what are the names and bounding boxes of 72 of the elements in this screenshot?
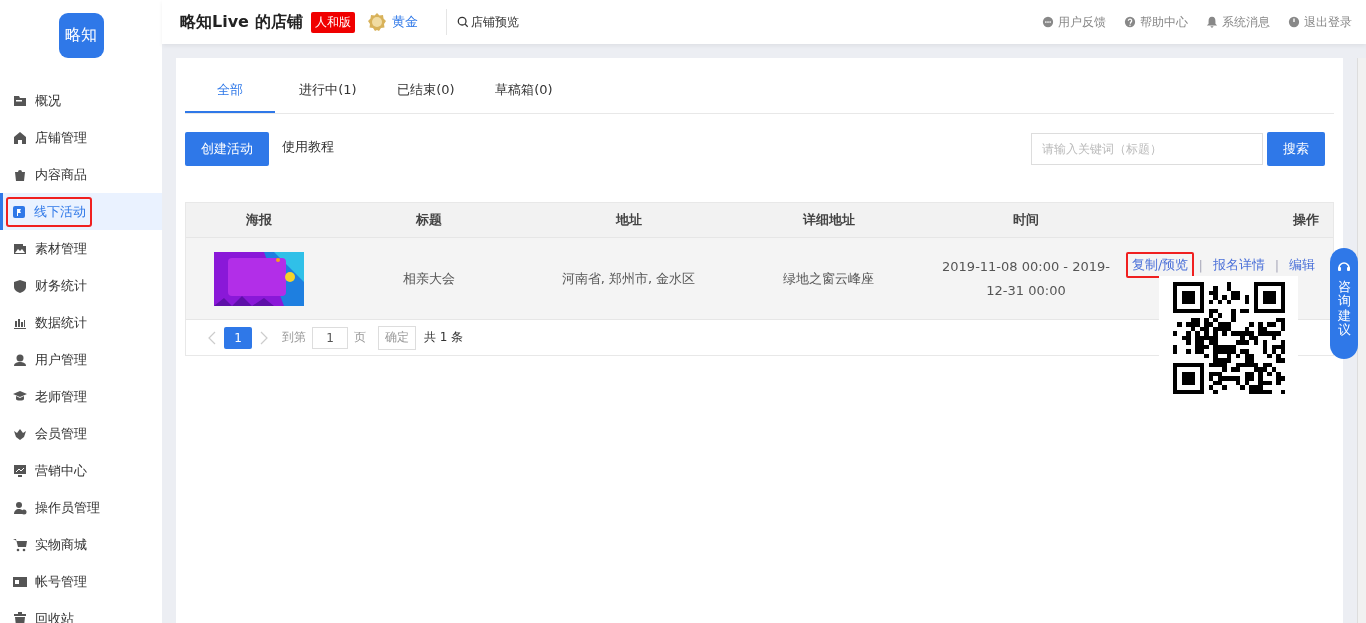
header-link[interactable]: 用户反馈: [1042, 13, 1106, 31]
header-link[interactable]: 帮助中心: [1124, 13, 1188, 31]
total-count: 共 1 条: [424, 329, 464, 346]
bell-icon: [1206, 16, 1218, 28]
next-page-icon[interactable]: [260, 330, 268, 345]
usergear-icon: [13, 500, 27, 515]
nav-item[interactable]: 实物商城: [0, 526, 162, 563]
goto-label: 到第: [282, 329, 306, 346]
nav-item[interactable]: 线下活动: [0, 193, 162, 230]
nav-item[interactable]: 帐号管理: [0, 563, 162, 600]
separator: |: [1198, 257, 1203, 273]
search-icon: [456, 16, 469, 28]
page-number[interactable]: 1: [224, 326, 252, 349]
action-link[interactable]: 报名详情: [1206, 252, 1271, 278]
nav-item[interactable]: 操作员管理: [0, 489, 162, 526]
user-icon: [13, 352, 27, 367]
nav-item[interactable]: 用户管理: [0, 341, 162, 378]
logo: 略知: [58, 13, 104, 58]
column-header: 操作: [1292, 211, 1321, 229]
column-header: 地址: [614, 211, 643, 229]
column-header: 详细地址: [801, 211, 856, 229]
cart-icon: [13, 537, 27, 552]
nav-item[interactable]: 会员管理: [0, 415, 162, 452]
nav-item[interactable]: 营销中心: [0, 452, 162, 489]
tab[interactable]: 进行中(1): [283, 72, 373, 113]
table-cell-text: 2019-11-08 00:00 - 2019-12-31 00:00: [941, 257, 1111, 300]
column-header: 标题: [414, 211, 443, 229]
trash-icon: [13, 611, 27, 623]
folder-icon: [13, 93, 27, 108]
nav-item[interactable]: 数据统计: [0, 304, 162, 341]
nav-item[interactable]: 素材管理: [0, 230, 162, 267]
tab[interactable]: 已结束(0): [381, 72, 471, 113]
page-unit: 页: [354, 329, 366, 346]
help-icon: [1124, 16, 1136, 28]
table-cell-text: 河南省, 郑州市, 金水区: [560, 269, 697, 288]
consult-button[interactable]: 咨询建议: [1330, 248, 1359, 359]
flag-icon: [12, 204, 26, 219]
nav-item[interactable]: 店铺管理: [0, 119, 162, 156]
medal-icon: [366, 12, 387, 32]
tab[interactable]: 草稿箱(0): [479, 72, 569, 113]
column-header: 海报: [244, 211, 273, 229]
action-link[interactable]: 编辑: [1283, 252, 1322, 278]
card-icon: [13, 574, 27, 589]
nav-item[interactable]: 内容商品: [0, 156, 162, 193]
shop-preview-link[interactable]: 店铺预览: [456, 13, 519, 31]
search-button[interactable]: 搜索: [1267, 132, 1326, 166]
create-activity-button[interactable]: 创建活动: [185, 132, 269, 166]
table-cell-text: 相亲大会: [401, 269, 456, 288]
edition-badge: 人和版: [310, 11, 355, 33]
header-link[interactable]: 退出登录: [1288, 13, 1352, 31]
headset-icon: [1337, 260, 1352, 274]
header-link[interactable]: 系统消息: [1206, 13, 1270, 31]
separator: |: [1274, 257, 1280, 273]
nav-item[interactable]: 财务统计: [0, 267, 162, 304]
chat-icon: [1042, 16, 1054, 28]
monitor-icon: [13, 463, 27, 478]
nav-item[interactable]: 概况: [0, 82, 162, 119]
tutorial-link[interactable]: 使用教程: [282, 138, 334, 156]
column-header: 时间: [1012, 211, 1040, 229]
previous-page-icon[interactable]: [208, 330, 216, 345]
bag-icon: [13, 167, 27, 182]
nav-item[interactable]: 老师管理: [0, 378, 162, 415]
search-field[interactable]: 请输入关键词（标题）: [1031, 133, 1264, 165]
power-icon: [1288, 16, 1300, 28]
shop-title: 略知Live 的店铺: [180, 11, 303, 33]
tab[interactable]: 全部: [185, 72, 275, 113]
house-icon: [13, 130, 27, 145]
level-link[interactable]: 黄金: [391, 13, 418, 31]
page-input[interactable]: 1: [312, 326, 348, 349]
table-cell-text: 绿地之窗云峰座: [782, 269, 875, 288]
image-icon: [13, 241, 27, 256]
shield-icon: [13, 278, 27, 293]
